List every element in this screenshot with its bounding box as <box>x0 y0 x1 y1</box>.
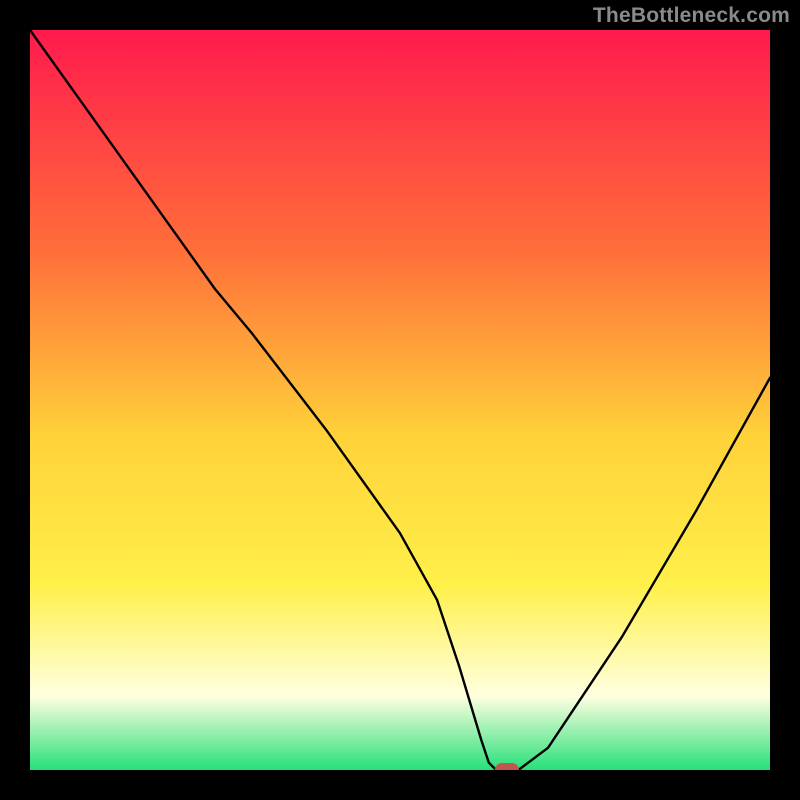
plot-svg <box>30 30 770 770</box>
gradient-background <box>30 30 770 770</box>
watermark-text: TheBottleneck.com <box>593 4 790 28</box>
bottleneck-curve <box>30 30 770 770</box>
chart-frame: TheBottleneck.com <box>0 0 800 800</box>
optimum-marker <box>495 763 519 770</box>
plot-area <box>30 30 770 770</box>
